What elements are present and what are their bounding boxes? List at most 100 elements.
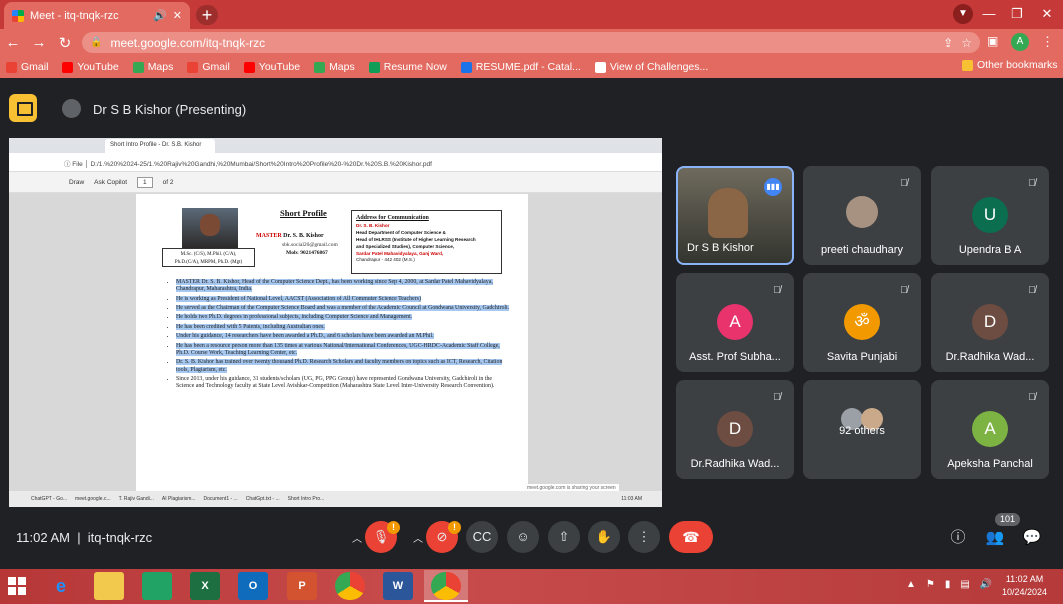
speaker-icon[interactable]: 🔊 (153, 9, 167, 22)
bookmark-icon (460, 61, 472, 73)
bookmark-item[interactable]: YouTube (62, 61, 119, 73)
others-tile[interactable]: 92 others (803, 380, 921, 479)
mic-alert-badge: ! (387, 521, 400, 534)
raise-hand-button[interactable]: ✋ (588, 521, 620, 553)
profile-email: sbk.social20@gmail.com (282, 242, 338, 248)
list-item: He has been credited with 5 Patents, inc… (176, 323, 510, 331)
video-options-caret[interactable]: ︿ (413, 530, 423, 545)
file-explorer-icon[interactable] (94, 572, 124, 600)
word-icon[interactable]: W (383, 572, 413, 600)
participant-avatar (846, 196, 878, 228)
camera-alert-badge: ! (448, 521, 461, 534)
list-item: Since 2013, under his guidance, 31 stude… (176, 376, 510, 390)
menu-kebab-icon[interactable]: ⋮ (1041, 34, 1054, 50)
more-options-button[interactable]: ⋮ (628, 521, 660, 553)
meet-icon (12, 9, 24, 22)
bookmark-item[interactable]: View of Challenges... (594, 61, 708, 73)
mic-off-icon: 🎙̸ (900, 178, 908, 189)
forward-icon[interactable]: → (26, 34, 52, 51)
excel-icon[interactable]: X (190, 572, 220, 600)
participant-tile[interactable]: 🎙̸ A Asst. Prof Subha... (676, 273, 794, 372)
present-button[interactable]: ⇧ (548, 521, 580, 553)
profile-photo-face (200, 214, 220, 236)
battery-icon: ▮ (944, 579, 951, 590)
chrome-active-icon[interactable] (431, 572, 461, 600)
participant-tile[interactable]: ▮▮▮ Dr S B Kishor (676, 166, 794, 265)
tab-title: Meet - itq-tnqk-rzc (30, 9, 119, 22)
bookmark-item[interactable]: Resume Now (368, 61, 447, 73)
tray-up-icon: ▲ (906, 579, 916, 590)
file-label: ⓘ File │ (64, 161, 91, 168)
reload-icon[interactable]: ↻ (52, 34, 78, 52)
chat-icon[interactable]: 💬 (1022, 528, 1042, 548)
participant-avatar: D (972, 304, 1008, 340)
participant-tile[interactable]: 🎙̸ A Apeksha Panchal (931, 380, 1049, 479)
mic-off-icon: 🎙̸ (773, 285, 781, 296)
shared-taskbar: ChatGPT - Go... meet.google.c... T. Raji… (9, 491, 662, 507)
other-bookmarks[interactable]: Other bookmarks (962, 59, 1058, 71)
bookmark-star-icon[interactable]: ☆ (961, 36, 972, 50)
emoji-button[interactable]: ☺ (507, 521, 539, 553)
outlook-icon[interactable]: O (238, 572, 268, 600)
list-item: He served as the Chairman of the Compute… (176, 305, 510, 312)
share-icon[interactable]: ⇪ (943, 36, 953, 50)
address-bar[interactable]: 🔒 meet.google.com/itq-tnqk-rzc ⇪ ☆ (82, 32, 980, 53)
bookmark-item[interactable]: Gmail (6, 61, 48, 73)
list-item: MASTER Dr. S. B. Kishor, Head of the Com… (176, 279, 510, 293)
close-window-button[interactable]: ✕ (1034, 3, 1060, 25)
volume-icon: 🔊 (979, 579, 993, 590)
list-item: He is working as President of National L… (176, 295, 510, 303)
back-icon[interactable]: ← (0, 34, 26, 51)
mic-off-icon: 🎙̸ (1028, 178, 1036, 189)
bookmarks-bar: Gmail YouTube Maps Gmail YouTube Maps Resume N… (0, 56, 1063, 78)
participant-tile[interactable]: 🎙̸ D Dr.Radhika Wad... (931, 273, 1049, 372)
participant-tile[interactable]: 🎙̸ D Dr.Radhika Wad... (676, 380, 794, 479)
participant-avatar: U (972, 197, 1008, 233)
participant-avatar: A (717, 304, 753, 340)
bookmark-icon (314, 61, 326, 73)
participant-avatar: D (717, 411, 753, 447)
lock-icon[interactable]: 🔒 (90, 37, 102, 48)
info-icon[interactable]: ⓘ (948, 528, 968, 548)
store-icon[interactable] (142, 572, 172, 600)
bookmark-icon (132, 61, 144, 73)
windows-start-icon[interactable] (8, 577, 26, 595)
internet-explorer-icon[interactable]: e (46, 572, 76, 600)
presentation-icon[interactable] (9, 94, 37, 122)
bookmark-item[interactable]: Maps (314, 61, 355, 73)
system-tray[interactable]: ▲ ⚑ ▮ ▤ 🔊 (906, 579, 992, 590)
speaking-indicator-icon: ▮▮▮ (764, 178, 782, 196)
profile-title: Short Profile (280, 208, 327, 218)
participant-count-badge: 101 (995, 513, 1021, 526)
restore-button[interactable]: ❐ (1004, 3, 1030, 25)
mic-off-icon: 🎙̸ (1028, 285, 1036, 296)
audio-options-caret[interactable]: ︿ (352, 530, 362, 545)
people-icon[interactable]: 👥 (985, 528, 1005, 548)
participant-avatar: ॐ (844, 304, 880, 340)
close-tab-icon[interactable]: ✕ (173, 9, 182, 22)
bookmark-item[interactable]: YouTube (243, 61, 300, 73)
end-call-button[interactable]: ☎ (669, 521, 713, 553)
system-clock[interactable]: 11:02 AM 10/24/2024 (1002, 573, 1047, 599)
new-tab-button[interactable]: + (196, 5, 218, 25)
participant-avatar: A (972, 411, 1008, 447)
side-panel-icon[interactable]: ▣ (987, 34, 998, 48)
participant-tile[interactable]: 🎙̸ U Upendra B A (931, 166, 1049, 265)
bookmark-item[interactable]: Gmail (187, 61, 230, 73)
tab-search-button[interactable]: ▼ (953, 4, 973, 24)
shared-screen: Short Intro Profile - Dr. S.B. Kishor ⓘ … (9, 138, 662, 507)
profile-mobile: Mob: 9021476867 (286, 250, 328, 256)
chrome-icon[interactable] (335, 572, 365, 600)
powerpoint-icon[interactable]: P (287, 572, 317, 600)
list-item: Under his guidance, 14 researchers have … (176, 333, 510, 340)
bookmark-icon (6, 61, 17, 73)
minimize-button[interactable]: — (976, 3, 1002, 25)
browser-tab[interactable]: Meet - itq-tnqk-rzc 🔊 ✕ (4, 2, 190, 29)
flag-icon: ⚑ (925, 579, 935, 590)
profile-avatar[interactable]: A (1011, 33, 1029, 51)
bookmark-item[interactable]: Maps (132, 61, 173, 73)
participant-tile[interactable]: 🎙̸ preeti chaudhary (803, 166, 921, 265)
captions-button[interactable]: CC (466, 521, 498, 553)
bookmark-item[interactable]: RESUME.pdf - Catal... (460, 61, 581, 73)
participant-tile[interactable]: 🎙̸ ॐ Savita Punjabi (803, 273, 921, 372)
